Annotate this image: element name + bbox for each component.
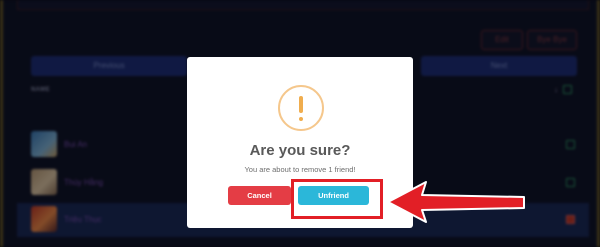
exclamation-dot [299, 117, 303, 121]
dialog-title: Are you sure? [249, 142, 351, 159]
annotation-highlight-box [291, 179, 383, 219]
exclamation-bar [299, 96, 303, 113]
annotation-arrow-icon [387, 181, 525, 223]
dialog-message: You are about to remove 1 friend! [244, 165, 356, 174]
cancel-button[interactable]: Cancel [228, 186, 291, 205]
warning-exclamation-icon [278, 85, 324, 131]
